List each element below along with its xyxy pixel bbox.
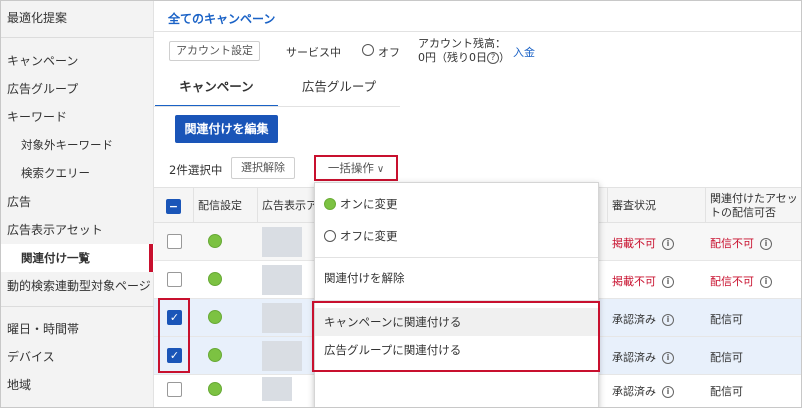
- sidebar-item-optimization[interactable]: 最適化提案: [1, 4, 154, 32]
- delivery-status: 配信不可 i: [710, 273, 772, 289]
- blurred-asset: [262, 377, 292, 401]
- info-icon[interactable]: i: [662, 276, 674, 288]
- sidebar-item-keywords[interactable]: キーワード: [1, 103, 154, 131]
- annotation-box-checkboxes: [158, 298, 190, 373]
- menu-item-turn-off[interactable]: オフに変更: [315, 222, 598, 250]
- delivery-status: 配信可: [710, 385, 743, 398]
- info-icon[interactable]: i: [662, 238, 674, 250]
- sidebar-active-indicator: [149, 244, 153, 272]
- status-on-icon: [208, 382, 222, 396]
- delivery-status: 配信可: [710, 313, 743, 326]
- status-on-icon: [208, 272, 222, 286]
- blurred-asset: [262, 341, 302, 371]
- sidebar-item-negative-keywords[interactable]: 対象外キーワード: [1, 131, 154, 159]
- delivery-status: 配信可: [710, 351, 743, 364]
- menu-item-turn-on[interactable]: オンに変更: [315, 190, 598, 218]
- info-icon[interactable]: i: [760, 276, 772, 288]
- sidebar-divider: [1, 37, 154, 38]
- sidebar-item-campaigns[interactable]: キャンペーン: [1, 47, 154, 75]
- sidebar-item-association-list[interactable]: 関連付け一覧: [1, 244, 154, 272]
- off-label: オフ: [378, 46, 400, 59]
- off-radio[interactable]: [362, 44, 374, 56]
- delivery-status: 配信不可 i: [710, 235, 772, 251]
- account-settings-button[interactable]: アカウント設定: [169, 41, 260, 61]
- service-status-label: サービス中: [286, 46, 341, 59]
- info-icon[interactable]: i: [662, 314, 674, 326]
- deselect-button[interactable]: 選択解除: [231, 157, 295, 179]
- sidebar-item-devices[interactable]: デバイス: [1, 343, 154, 371]
- sidebar-item-day-time[interactable]: 曜日・時間帯: [1, 315, 154, 343]
- row-checkbox[interactable]: [167, 382, 182, 397]
- status-on-icon: [208, 348, 222, 362]
- balance-value: 0円（残り0日: [418, 51, 487, 64]
- selected-count: 2件選択中: [169, 163, 223, 177]
- account-balance: アカウント残高： 0円（残り0日?）: [418, 37, 510, 65]
- review-status: 承認済み i: [612, 383, 674, 399]
- annotation-box-menu-items: [312, 301, 600, 372]
- off-radio-icon: [324, 229, 336, 242]
- blurred-asset: [262, 227, 302, 257]
- help-icon[interactable]: ?: [487, 52, 499, 64]
- on-radio-icon: [324, 197, 336, 210]
- header-divider: [154, 31, 801, 32]
- sidebar-item-search-queries[interactable]: 検索クエリー: [1, 159, 154, 187]
- review-status: 掲載不可 i: [612, 273, 674, 289]
- bulk-actions-button[interactable]: 一括操作 ∨: [314, 155, 398, 181]
- status-on-icon: [208, 234, 222, 248]
- column-asset-delivery[interactable]: 関連付けたアセットの配信可否: [706, 188, 801, 224]
- tab-ad-groups[interactable]: 広告グループ: [278, 73, 400, 107]
- info-icon[interactable]: i: [760, 238, 772, 250]
- review-status: 掲載不可 i: [612, 235, 674, 251]
- row-checkbox[interactable]: [167, 272, 182, 287]
- review-status: 承認済み i: [612, 311, 674, 327]
- review-status: 承認済み i: [612, 349, 674, 365]
- tab-underline: [154, 106, 400, 107]
- edit-associations-button[interactable]: 関連付けを編集: [175, 115, 278, 143]
- bulk-actions-label: 一括操作: [327, 161, 374, 175]
- sidebar-item-regions[interactable]: 地域: [1, 371, 154, 399]
- row-checkbox[interactable]: [167, 234, 182, 249]
- menu-item-remove-association[interactable]: 関連付けを解除: [315, 264, 598, 292]
- page-title[interactable]: 全てのキャンペーン: [168, 10, 275, 27]
- app-window: 最適化提案 キャンペーン 広告グループ キーワード 対象外キーワード 検索クエリ…: [0, 0, 802, 408]
- sidebar-item-ads[interactable]: 広告: [1, 188, 154, 216]
- sidebar-item-dynamic-search-pages[interactable]: 動的検索連動型対象ページ: [1, 272, 154, 300]
- column-review-status[interactable]: 審査状況: [608, 188, 706, 224]
- balance-close: ）: [499, 51, 510, 64]
- sidebar: 最適化提案 キャンペーン 広告グループ キーワード 対象外キーワード 検索クエリ…: [1, 1, 154, 407]
- blurred-asset: [262, 265, 302, 295]
- info-icon[interactable]: i: [662, 352, 674, 364]
- sidebar-divider: [1, 306, 154, 307]
- menu-divider: [315, 257, 598, 258]
- sidebar-item-ad-groups[interactable]: 広告グループ: [1, 75, 154, 103]
- column-delivery-setting[interactable]: 配信設定: [194, 188, 258, 224]
- select-all-checkbox[interactable]: −: [166, 198, 181, 214]
- balance-value-line: 0円（残り0日?）: [418, 51, 510, 65]
- chevron-down-icon: ∨: [376, 164, 385, 175]
- balance-label: アカウント残高：: [418, 37, 506, 50]
- status-on-icon: [208, 310, 222, 324]
- blurred-asset: [262, 303, 302, 333]
- sidebar-item-ad-assets[interactable]: 広告表示アセット: [1, 216, 154, 244]
- deposit-link[interactable]: 入金: [513, 44, 535, 60]
- info-icon[interactable]: i: [662, 386, 674, 398]
- select-all-cell: −: [154, 188, 194, 224]
- tab-campaigns[interactable]: キャンペーン: [155, 73, 278, 107]
- bulk-actions-menu: オンに変更 オフに変更 関連付けを解除 キャンペーンに関連付ける 広告グループに…: [314, 182, 599, 407]
